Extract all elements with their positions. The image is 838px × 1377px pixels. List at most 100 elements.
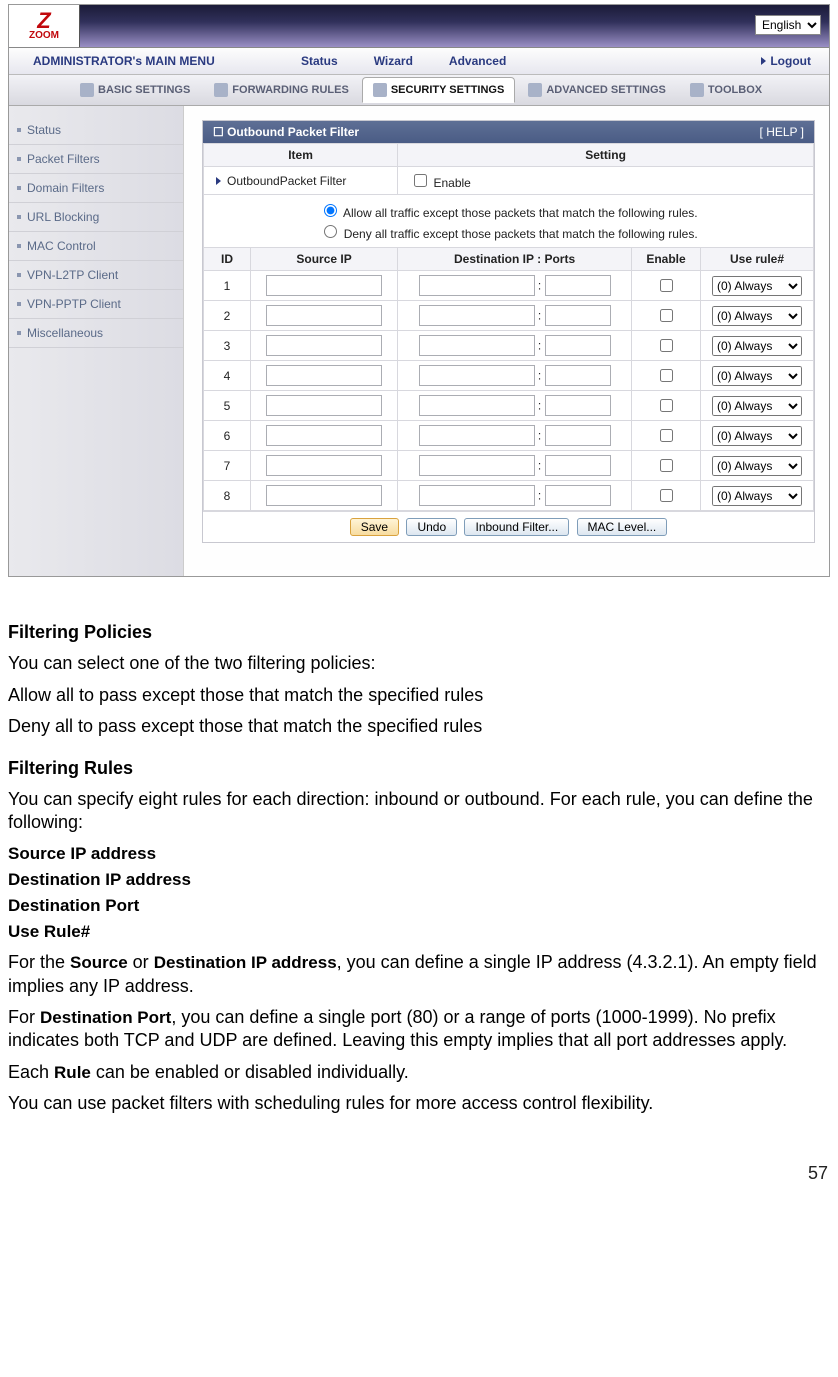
sidebar-item-vpn-pptp[interactable]: VPN-PPTP Client	[9, 290, 183, 319]
rule-row: 5 : (0) Always	[204, 391, 814, 421]
doc-p4: You can specify eight rules for each dir…	[8, 788, 830, 835]
rule-enable-checkbox[interactable]	[660, 489, 673, 502]
enable-cell	[632, 451, 701, 481]
dest-ip-input[interactable]	[419, 305, 535, 326]
inbound-filter-button[interactable]: Inbound Filter...	[464, 518, 569, 536]
source-ip-input[interactable]	[266, 455, 382, 476]
tab-toolbox[interactable]: TOOLBOX	[679, 77, 773, 103]
dest-ip-input[interactable]	[419, 365, 535, 386]
use-rule-select[interactable]: (0) Always	[712, 426, 802, 446]
use-rule-cell: (0) Always	[701, 331, 814, 361]
mac-level-button[interactable]: MAC Level...	[577, 518, 668, 536]
rule-enable-checkbox[interactable]	[660, 309, 673, 322]
radio-deny[interactable]	[324, 225, 337, 238]
sidebar-item-packet-filters[interactable]: Packet Filters	[9, 145, 183, 174]
dest-ip-input[interactable]	[419, 395, 535, 416]
outbound-filter-enable-cell: Enable	[398, 167, 814, 195]
nav-logout[interactable]: Logout	[743, 54, 829, 68]
source-ip-input[interactable]	[266, 365, 382, 386]
radio-deny-label[interactable]: Deny all traffic except those packets th…	[210, 222, 807, 241]
source-ip-input[interactable]	[266, 395, 382, 416]
enable-cell	[632, 391, 701, 421]
tab-security-settings[interactable]: SECURITY SETTINGS	[362, 77, 515, 103]
rule-enable-checkbox[interactable]	[660, 459, 673, 472]
language-select[interactable]: English	[755, 15, 821, 35]
tab-basic-settings[interactable]: BASIC SETTINGS	[69, 77, 201, 103]
sidebar-item-domain-filters[interactable]: Domain Filters	[9, 174, 183, 203]
use-rule-select[interactable]: (0) Always	[712, 336, 802, 356]
rule-enable-checkbox[interactable]	[660, 399, 673, 412]
dest-cell: :	[398, 451, 632, 481]
help-link[interactable]: [ HELP ]	[760, 125, 804, 139]
use-rule-select[interactable]: (0) Always	[712, 276, 802, 296]
rule-enable-checkbox[interactable]	[660, 369, 673, 382]
use-rule-select[interactable]: (0) Always	[712, 306, 802, 326]
rule-id: 3	[204, 331, 251, 361]
rule-id: 1	[204, 271, 251, 301]
panel-header: ☐ Outbound Packet Filter [ HELP ]	[203, 121, 814, 143]
dest-port-input[interactable]	[545, 275, 611, 296]
use-rule-select[interactable]: (0) Always	[712, 486, 802, 506]
dest-port-input[interactable]	[545, 365, 611, 386]
source-ip-input[interactable]	[266, 275, 382, 296]
radio-allow-label[interactable]: Allow all traffic except those packets t…	[210, 201, 807, 220]
nav-advanced[interactable]: Advanced	[431, 54, 524, 68]
sidebar-item-mac-control[interactable]: MAC Control	[9, 232, 183, 261]
document-text: Filtering Policies You can select one of…	[0, 581, 838, 1163]
dest-ip-input[interactable]	[419, 335, 535, 356]
rule-row: 7 : (0) Always	[204, 451, 814, 481]
dest-port-input[interactable]	[545, 455, 611, 476]
dest-cell: :	[398, 271, 632, 301]
dest-ip-input[interactable]	[419, 425, 535, 446]
save-button[interactable]: Save	[350, 518, 399, 536]
source-ip-input[interactable]	[266, 425, 382, 446]
source-ip-cell	[251, 421, 398, 451]
nav-title: ADMINISTRATOR's MAIN MENU	[9, 54, 283, 68]
sidebar-item-status[interactable]: Status	[9, 116, 183, 145]
col-dest-ip-ports: Destination IP : Ports	[398, 248, 632, 271]
dest-port-input[interactable]	[545, 425, 611, 446]
tab-forwarding-rules[interactable]: FORWARDING RULES	[203, 77, 360, 103]
dest-port-input[interactable]	[545, 485, 611, 506]
enable-outbound-checkbox[interactable]	[414, 174, 427, 187]
source-ip-input[interactable]	[266, 335, 382, 356]
main-nav: ADMINISTRATOR's MAIN MENU Status Wizard …	[9, 48, 829, 75]
page-number: 57	[0, 1163, 838, 1190]
sidebar-item-url-blocking[interactable]: URL Blocking	[9, 203, 183, 232]
rule-id: 6	[204, 421, 251, 451]
chevron-right-icon	[216, 177, 221, 185]
rule-id: 2	[204, 301, 251, 331]
outbound-filter-panel: ☐ Outbound Packet Filter [ HELP ] Item S…	[202, 120, 815, 543]
dest-ip-input[interactable]	[419, 455, 535, 476]
sidebar: Status Packet Filters Domain Filters URL…	[9, 106, 184, 576]
sidebar-item-vpn-l2tp[interactable]: VPN-L2TP Client	[9, 261, 183, 290]
tab-advanced-settings[interactable]: ADVANCED SETTINGS	[517, 77, 677, 103]
rule-enable-checkbox[interactable]	[660, 429, 673, 442]
dest-port-input[interactable]	[545, 305, 611, 326]
source-ip-input[interactable]	[266, 305, 382, 326]
rule-enable-checkbox[interactable]	[660, 279, 673, 292]
dest-ip-input[interactable]	[419, 485, 535, 506]
brand-banner: English	[80, 5, 829, 47]
brand-bar: Z ZOOM English	[9, 5, 829, 48]
use-rule-select[interactable]: (0) Always	[712, 456, 802, 476]
nav-wizard[interactable]: Wizard	[356, 54, 431, 68]
rule-row: 8 : (0) Always	[204, 481, 814, 511]
sidebar-item-miscellaneous[interactable]: Miscellaneous	[9, 319, 183, 348]
source-ip-input[interactable]	[266, 485, 382, 506]
use-rule-select[interactable]: (0) Always	[712, 396, 802, 416]
col-enable: Enable	[632, 248, 701, 271]
dest-port-input[interactable]	[545, 395, 611, 416]
forwarding-icon	[214, 83, 228, 97]
outbound-filter-label: OutboundPacket Filter	[204, 167, 398, 195]
rule-enable-checkbox[interactable]	[660, 339, 673, 352]
enable-cell	[632, 481, 701, 511]
enable-cell	[632, 271, 701, 301]
nav-status[interactable]: Status	[283, 54, 356, 68]
dest-ip-input[interactable]	[419, 275, 535, 296]
undo-button[interactable]: Undo	[406, 518, 457, 536]
use-rule-cell: (0) Always	[701, 421, 814, 451]
use-rule-select[interactable]: (0) Always	[712, 366, 802, 386]
dest-port-input[interactable]	[545, 335, 611, 356]
radio-allow[interactable]	[324, 204, 337, 217]
